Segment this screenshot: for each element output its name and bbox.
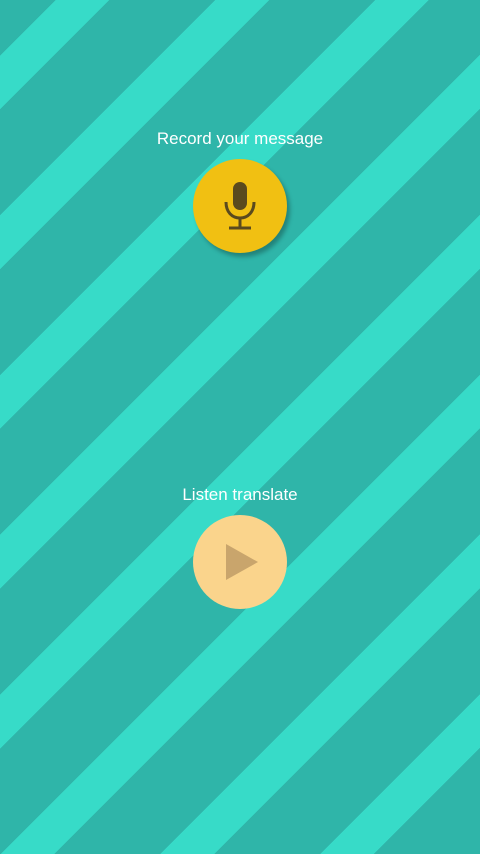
play-icon	[220, 542, 260, 582]
record-section: Record your message	[0, 127, 480, 253]
listen-section: Listen translate	[0, 483, 480, 609]
record-button[interactable]	[193, 159, 287, 253]
listen-label: Listen translate	[182, 485, 298, 504]
microphone-icon	[220, 180, 260, 232]
record-label: Record your message	[156, 129, 324, 148]
play-button[interactable]	[193, 515, 287, 609]
